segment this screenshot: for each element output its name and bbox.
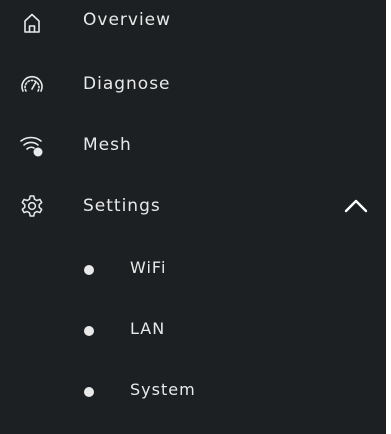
bullet-icon [84,326,94,336]
home-icon [17,8,47,38]
submenu-item-label: LAN [130,319,166,338]
submenu-item-label: System [130,380,196,399]
sidebar-item-mesh[interactable]: Mesh [0,122,386,168]
sidebar-nav: Overview Diagnose Mesh Settings WiFi LAN… [0,0,386,434]
submenu-item-label: WiFi [130,258,167,277]
sidebar-item-settings[interactable]: Settings [0,183,386,229]
sidebar-item-overview[interactable]: Overview [0,0,386,46]
chevron-up-icon[interactable] [341,194,371,218]
sidebar-item-label: Diagnose [83,74,171,94]
sidebar-item-label: Mesh [83,135,132,155]
sidebar-item-label: Settings [83,196,161,216]
bullet-icon [84,265,94,275]
wifi-mesh-icon [17,130,47,160]
submenu-item-wifi[interactable]: WiFi [0,245,386,291]
gear-icon [17,191,47,221]
submenu-item-lan[interactable]: LAN [0,306,386,352]
bullet-icon [84,387,94,397]
gauge-icon [17,69,47,99]
sidebar-item-diagnose[interactable]: Diagnose [0,61,386,107]
sidebar-item-label: Overview [83,10,172,30]
submenu-item-system[interactable]: System [0,367,386,413]
